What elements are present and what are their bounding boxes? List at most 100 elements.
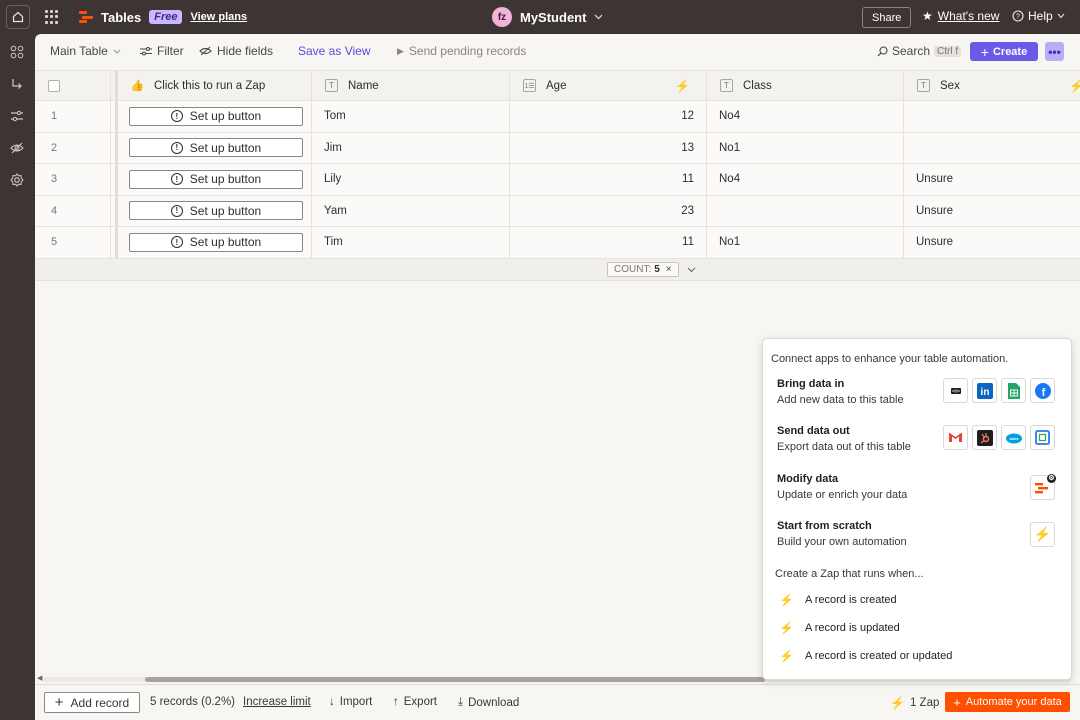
name-cell[interactable]: Yam: [312, 195, 510, 226]
age-cell[interactable]: 12: [510, 101, 707, 132]
whats-new-link[interactable]: ★ What's new: [922, 9, 999, 23]
age-cell[interactable]: 23: [510, 195, 707, 226]
table-row[interactable]: 2 ! Set up button Jim 13 No1: [35, 132, 1080, 164]
settings-gear-icon[interactable]: [9, 173, 25, 189]
zap-button-cell: ! Set up button: [115, 101, 312, 132]
linkedin-icon[interactable]: in: [972, 378, 997, 403]
class-value: No1: [719, 236, 741, 249]
tables-app-icon[interactable]: ⚙: [1030, 474, 1056, 500]
class-cell[interactable]: No1: [707, 227, 904, 258]
avatar: fz: [492, 7, 512, 27]
gmail-icon[interactable]: [943, 425, 968, 450]
button-field-icon: 👍: [130, 80, 145, 92]
salesforce-icon[interactable]: sales: [1001, 425, 1026, 450]
bring-data-in-section[interactable]: Bring data in Add new data to this table…: [777, 378, 1067, 406]
set-up-button[interactable]: ! Set up button: [129, 106, 303, 126]
help-menu[interactable]: ? Help: [1012, 9, 1065, 23]
age-cell[interactable]: 11: [510, 164, 707, 195]
increase-limit-link[interactable]: Increase limit: [243, 696, 311, 708]
row-number-cell[interactable]: 5: [35, 227, 111, 258]
more-options-icon[interactable]: •••: [1045, 42, 1064, 61]
set-up-button[interactable]: ! Set up button: [129, 232, 303, 252]
name-cell[interactable]: Tom: [312, 101, 510, 132]
trigger-record-created[interactable]: ⚡ A record is created: [779, 593, 897, 607]
view-selector[interactable]: Main Table: [50, 44, 121, 58]
hidden-eye-icon[interactable]: [9, 141, 25, 157]
view-name: Main Table: [50, 44, 108, 58]
set-up-button[interactable]: ! Set up button: [129, 138, 303, 158]
column-header-zap[interactable]: 👍 Click this to run a Zap: [115, 71, 312, 100]
class-cell[interactable]: [707, 195, 904, 226]
scroll-left-icon[interactable]: ◀: [37, 674, 42, 682]
trigger-record-created-or-updated[interactable]: ⚡ A record is created or updated: [779, 649, 952, 663]
select-all-checkbox[interactable]: [48, 79, 60, 92]
filter-button[interactable]: Filter: [140, 44, 184, 58]
scroll-thumb[interactable]: [145, 677, 765, 682]
class-cell[interactable]: No4: [707, 101, 904, 132]
plus-icon: +: [54, 694, 64, 711]
facebook-icon[interactable]: f: [1030, 378, 1055, 403]
trigger-record-updated[interactable]: ⚡ A record is updated: [779, 621, 900, 635]
column-header-label: Sex: [940, 79, 960, 92]
import-button[interactable]: ↓ Import: [329, 696, 372, 708]
column-header-sex[interactable]: T Sex ⚡: [904, 71, 1080, 100]
google-sheets-icon[interactable]: [1001, 378, 1026, 403]
sex-cell[interactable]: Unsure: [904, 227, 1080, 258]
workspace-switcher[interactable]: fz MyStudent: [492, 7, 603, 27]
set-up-button[interactable]: ! Set up button: [129, 201, 303, 221]
zap-count-button[interactable]: ⚡ 1 Zap: [890, 696, 939, 710]
automate-your-data-button[interactable]: + Automate your data: [945, 692, 1070, 712]
sex-cell[interactable]: Unsure: [904, 196, 1080, 227]
add-record-button[interactable]: + Add record: [44, 692, 140, 713]
name-cell[interactable]: Jim: [312, 132, 510, 163]
column-header-name[interactable]: T Name: [312, 71, 510, 100]
modify-data-section[interactable]: Modify data Update or enrich your data ⚙: [777, 473, 1067, 501]
count-summary-chip[interactable]: COUNT: 5 ×: [607, 261, 679, 277]
google-calendar-icon[interactable]: [1030, 425, 1055, 450]
sex-cell[interactable]: [904, 133, 1080, 164]
send-data-out-section[interactable]: Send data out Export data out of this ta…: [777, 425, 1067, 453]
intercom-icon[interactable]: [943, 378, 968, 403]
share-button[interactable]: Share: [862, 7, 912, 28]
plus-icon: +: [980, 43, 989, 60]
close-icon[interactable]: ×: [666, 264, 672, 275]
download-button[interactable]: ⤓ Download: [458, 696, 519, 709]
sex-cell[interactable]: Unsure: [904, 164, 1080, 195]
hubspot-icon[interactable]: [972, 425, 997, 450]
age-cell[interactable]: 13: [510, 132, 707, 163]
export-button[interactable]: ↑ Export: [393, 696, 437, 708]
view-plans-link[interactable]: View plans: [190, 11, 247, 23]
search-button[interactable]: Search Ctrl f: [877, 44, 962, 58]
chevron-down-icon[interactable]: [687, 267, 696, 273]
sex-cell[interactable]: [904, 101, 1080, 132]
table-row[interactable]: 5 ! Set up button Tim 11 No1 Unsure: [35, 227, 1080, 259]
hide-fields-button[interactable]: Hide fields: [199, 44, 273, 58]
set-up-button[interactable]: ! Set up button: [129, 169, 303, 189]
class-cell[interactable]: No4: [707, 164, 904, 195]
row-number-cell[interactable]: 4: [35, 195, 111, 226]
row-number-cell[interactable]: 2: [35, 132, 111, 163]
send-pending-records-button[interactable]: ▶ Send pending records: [397, 44, 526, 58]
name-cell[interactable]: Tim: [312, 227, 510, 258]
table-row[interactable]: 3 ! Set up button Lily 11 No4 Unsure: [35, 164, 1080, 196]
table-row[interactable]: 4 ! Set up button Yam 23 Unsure: [35, 195, 1080, 227]
name-cell[interactable]: Lily: [312, 164, 510, 195]
row-number-cell[interactable]: 3: [35, 164, 111, 195]
column-header-age[interactable]: 1☰ Age ⚡: [510, 71, 707, 100]
column-header-label: Age: [546, 79, 567, 92]
search-label: Search: [892, 44, 931, 58]
app-switcher-icon[interactable]: [45, 10, 59, 24]
create-button[interactable]: + Create: [970, 42, 1038, 61]
column-header-class[interactable]: T Class: [707, 71, 904, 100]
home-icon[interactable]: [6, 5, 30, 29]
import-arrow-icon[interactable]: [9, 77, 25, 93]
apps-icon[interactable]: [9, 45, 25, 61]
start-from-scratch-section[interactable]: Start from scratch Build your own automa…: [777, 520, 1067, 548]
table-row[interactable]: 1 ! Set up button Tom 12 No4: [35, 101, 1080, 133]
filter-sliders-icon[interactable]: [9, 109, 25, 125]
age-cell[interactable]: 11: [510, 227, 707, 258]
class-cell[interactable]: No1: [707, 132, 904, 163]
row-number-cell[interactable]: 1: [35, 101, 111, 132]
save-as-view-button[interactable]: Save as View: [298, 44, 371, 58]
zap-bolt-icon[interactable]: ⚡: [1030, 522, 1055, 547]
